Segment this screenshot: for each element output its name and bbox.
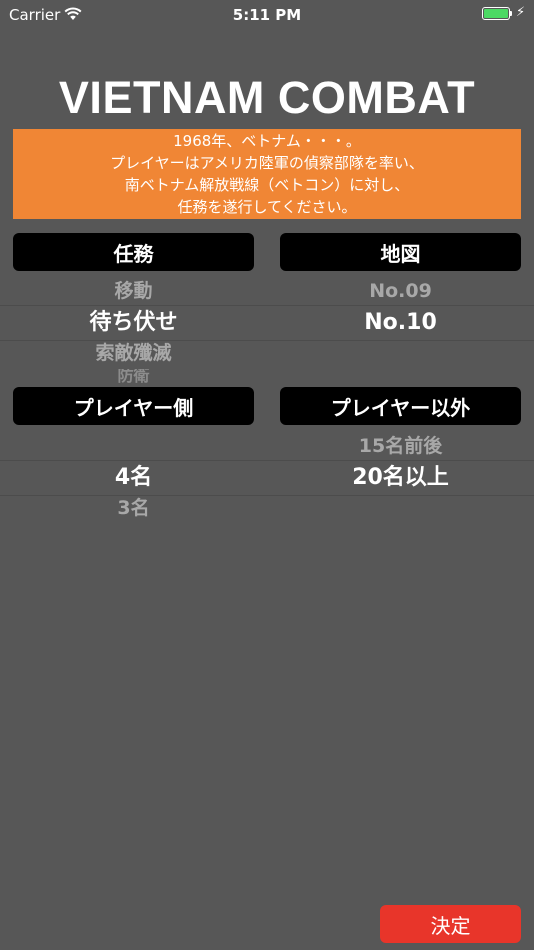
picker-option[interactable]: 索敵殲滅	[13, 338, 254, 369]
status-bar: Carrier 5:11 PM ⚡	[0, 0, 534, 30]
map-picker[interactable]: No.09 No.10	[280, 276, 521, 338]
page-title: VIETNAM COMBAT	[58, 72, 476, 123]
mission-header: 任務	[13, 233, 254, 271]
picker-option-selected[interactable]: 4名	[13, 462, 254, 493]
battery-icon	[482, 7, 510, 20]
picker-option-selected[interactable]: 待ち伏せ	[13, 307, 254, 338]
map-header: 地図	[280, 233, 521, 271]
picker-option[interactable]: 移動	[13, 276, 254, 307]
picker-option[interactable]: 3名	[13, 493, 254, 524]
picker-option[interactable]: 15名前後	[280, 431, 521, 462]
picker-option-selected[interactable]: 20名以上	[280, 462, 521, 493]
clock: 5:11 PM	[232, 6, 302, 24]
intro-banner: 1968年、ベトナム・・・。 プレイヤーはアメリカ陸軍の偵察部隊を率い、 南ベト…	[13, 129, 521, 219]
intro-line: プレイヤーはアメリカ陸軍の偵察部隊を率い、	[110, 154, 424, 172]
mission-picker[interactable]: 移動 待ち伏せ 索敵殲滅 防衛	[13, 276, 254, 383]
confirm-button[interactable]: 決定	[380, 905, 521, 943]
non-player-header: プレイヤー以外	[280, 387, 521, 425]
intro-line: 任務を遂行してください。	[177, 198, 357, 216]
charging-bolt-icon: ⚡	[516, 5, 526, 20]
picker-option-selected[interactable]: No.10	[280, 307, 521, 338]
battery-cap	[510, 11, 512, 16]
intro-line: 1968年、ベトナム・・・。	[173, 132, 361, 150]
picker-option[interactable]: No.09	[280, 276, 521, 307]
intro-line: 南ベトナム解放戦線（ベトコン）に対し、	[124, 176, 410, 194]
enemy-count-picker[interactable]: 15名前後 20名以上	[280, 431, 521, 493]
picker-option[interactable]: 防衛	[13, 369, 254, 383]
player-count-picker[interactable]: 4名 3名	[13, 462, 254, 524]
player-side-header: プレイヤー側	[13, 387, 254, 425]
